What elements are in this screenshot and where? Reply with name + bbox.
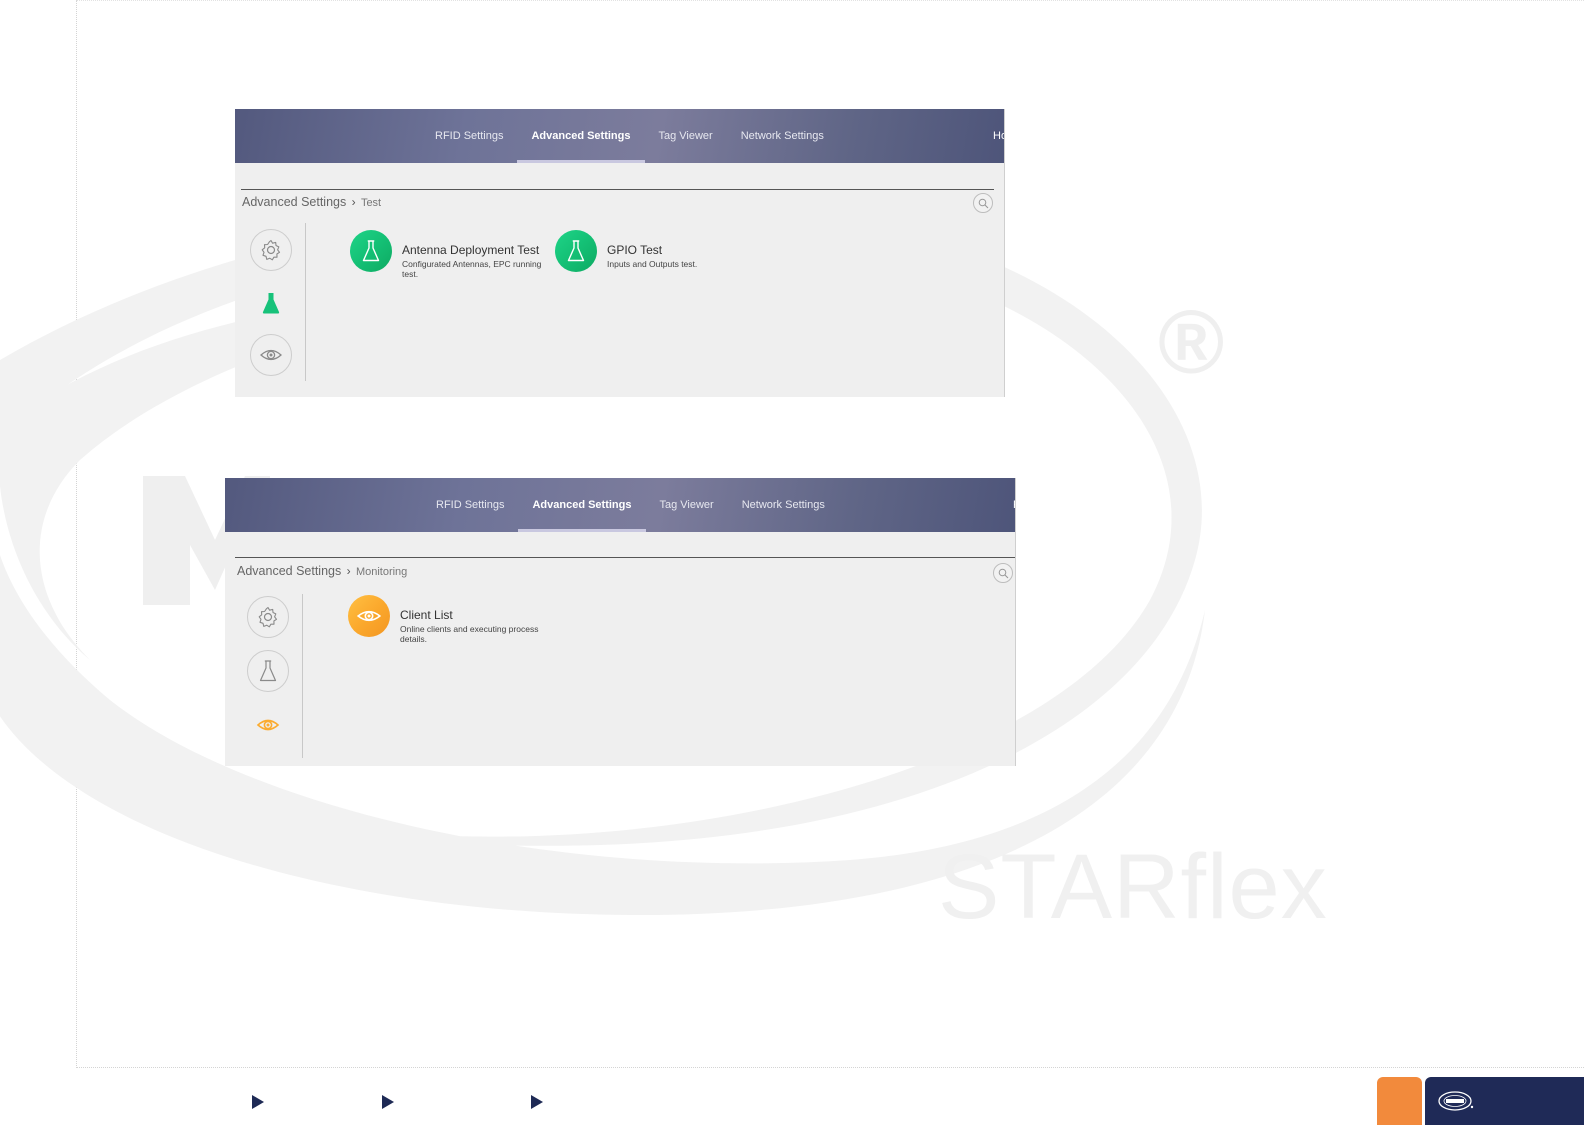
watermark-starflex: STARflex (938, 836, 1328, 938)
footer-arrow-icon[interactable] (252, 1095, 264, 1109)
header-divider (241, 189, 994, 190)
sidebar-item-configuration[interactable] (247, 596, 289, 638)
sidebar-item-monitoring[interactable] (247, 704, 289, 746)
flask-icon (362, 240, 380, 262)
tile-description-line: details. (400, 634, 427, 644)
tile-description-line: test. (402, 269, 419, 279)
tile-gpio-test[interactable]: GPIO Test Inputs and Outputs test. (555, 230, 705, 275)
monitoring-screenshot-panel: RFID Settings Advanced Settings Tag View… (225, 478, 1016, 766)
breadcrumb-root[interactable]: Advanced Settings (237, 564, 341, 578)
test-screenshot-panel: RFID Settings Advanced Settings Tag View… (235, 109, 1005, 397)
nav-tab-home-truncated[interactable]: Ho (993, 109, 1004, 163)
eye-icon (256, 719, 280, 731)
tile-title: Antenna Deployment Test (402, 243, 540, 257)
tab-network-settings[interactable]: Network Settings (727, 109, 838, 163)
breadcrumb-separator: › (346, 564, 351, 578)
flask-icon (567, 240, 585, 262)
tile-icon-circle (350, 230, 392, 272)
flask-icon (262, 293, 280, 314)
eye-icon (356, 610, 382, 622)
breadcrumb: Advanced Settings › Test (242, 195, 381, 209)
tab-advanced-settings[interactable]: Advanced Settings (517, 109, 645, 163)
tile-description-line: Inputs and Outputs test. (607, 259, 698, 269)
search-icon (998, 568, 1009, 579)
sidebar-divider (302, 594, 303, 758)
search-icon (978, 198, 989, 209)
mojix-logo (1438, 1091, 1474, 1111)
footer-arrow-icon[interactable] (382, 1095, 394, 1109)
flask-icon (259, 660, 277, 682)
nav-tabs: RFID Settings Advanced Settings Tag View… (422, 478, 839, 532)
tile-description: Inputs and Outputs test. (607, 259, 697, 269)
tile-title: Client List (400, 608, 453, 622)
tab-rfid-settings[interactable]: RFID Settings (422, 478, 518, 532)
eye-icon (260, 349, 282, 361)
tile-description: Online clients and executing process det… (400, 624, 538, 644)
breadcrumb-root[interactable]: Advanced Settings (242, 195, 346, 209)
search-button[interactable] (973, 193, 993, 213)
tile-client-list[interactable]: Client List Online clients and executing… (348, 595, 558, 650)
tab-rfid-settings[interactable]: RFID Settings (421, 109, 517, 163)
footer-orange-block (1377, 1077, 1422, 1125)
footer-arrow-icon[interactable] (531, 1095, 543, 1109)
tile-antenna-deployment-test[interactable]: Antenna Deployment Test Configurated Ant… (350, 230, 550, 285)
header-divider (235, 557, 1015, 558)
sidebar-item-test[interactable] (247, 650, 289, 692)
sidebar-item-configuration[interactable] (250, 229, 292, 271)
breadcrumb-current: Monitoring (355, 566, 408, 578)
tile-icon-circle (555, 230, 597, 272)
tab-advanced-settings[interactable]: Advanced Settings (518, 478, 646, 532)
nav-tabs: RFID Settings Advanced Settings Tag View… (421, 109, 838, 163)
tile-description-line: Online clients and executing process (400, 624, 539, 634)
tile-description: Configurated Antennas, EPC running test. (402, 259, 541, 279)
gear-icon (258, 606, 278, 628)
tile-title: GPIO Test (607, 243, 663, 257)
nav-tab-truncated[interactable]: F (1013, 478, 1015, 532)
tile-icon-circle (348, 595, 390, 637)
breadcrumb: Advanced Settings › Monitoring (237, 564, 407, 578)
breadcrumb-current: Test (360, 197, 382, 209)
tab-tag-viewer[interactable]: Tag Viewer (645, 109, 727, 163)
top-navbar: RFID Settings Advanced Settings Tag View… (235, 109, 1004, 163)
footer-logo-bar (1425, 1077, 1584, 1125)
breadcrumb-separator: › (351, 195, 356, 209)
sidebar-item-monitoring[interactable] (250, 334, 292, 376)
watermark-registered-mark: ® (1158, 293, 1225, 393)
sidebar-item-test[interactable] (250, 282, 292, 324)
tab-tag-viewer[interactable]: Tag Viewer (646, 478, 728, 532)
top-navbar: RFID Settings Advanced Settings Tag View… (225, 478, 1015, 532)
sidebar-divider (305, 223, 306, 381)
gear-icon (261, 239, 281, 261)
tab-network-settings[interactable]: Network Settings (728, 478, 839, 532)
tile-description-line: Configurated Antennas, EPC running (402, 259, 542, 269)
search-button[interactable] (993, 563, 1013, 583)
